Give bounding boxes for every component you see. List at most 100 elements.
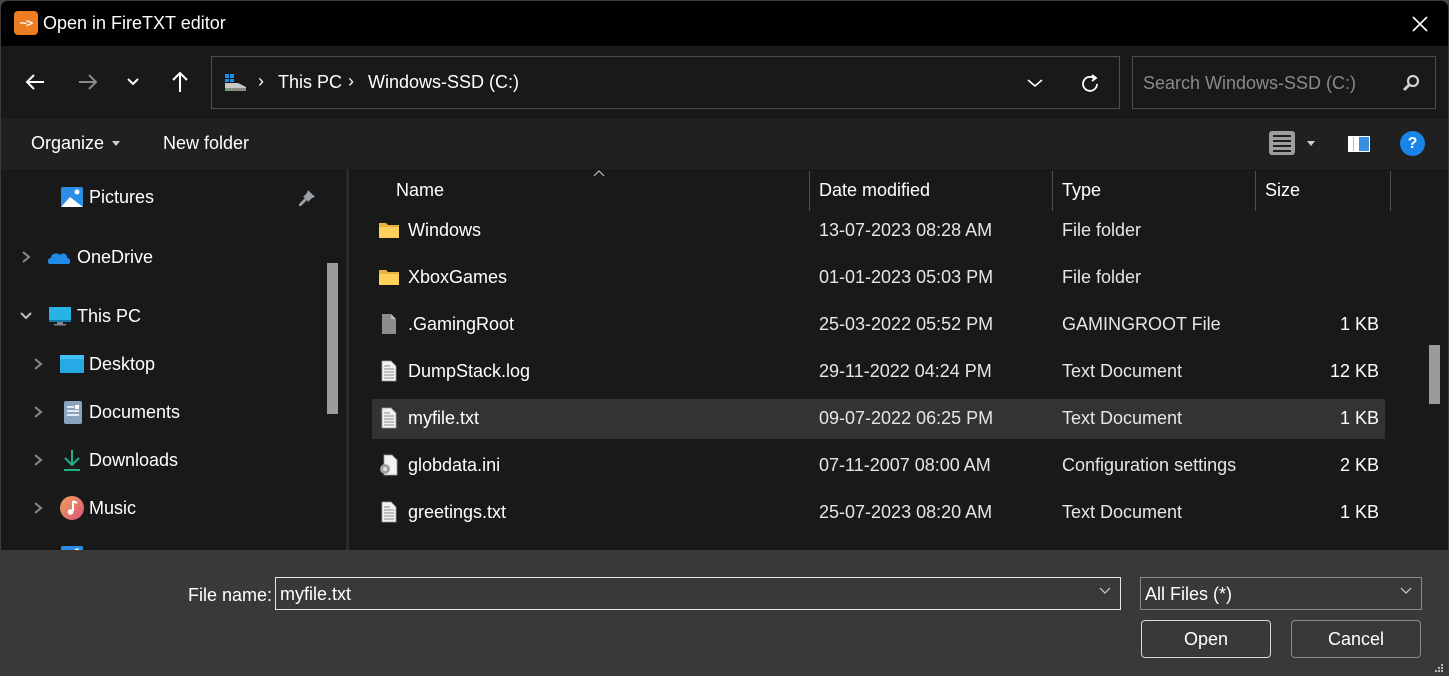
- file-size: 1 KB: [1339, 408, 1379, 428]
- sidebar-item-onedrive[interactable]: OneDrive: [1, 237, 331, 277]
- sidebar-item-label: Desktop: [89, 354, 156, 374]
- column-divider[interactable]: [1052, 171, 1053, 211]
- close-button[interactable]: [1392, 1, 1448, 46]
- sidebar-item-music[interactable]: Music: [1, 488, 331, 528]
- sidebar-item-label: Documents: [89, 402, 181, 422]
- file-date-modified: 07-11-2007 08:00 AM: [819, 455, 991, 475]
- change-view-button[interactable]: [1269, 131, 1295, 155]
- view-options-dropdown[interactable]: [1307, 141, 1315, 146]
- downloads-icon: [64, 450, 80, 471]
- column-header-name[interactable]: Name: [396, 169, 444, 211]
- breadcrumb-separator: ›: [348, 71, 354, 91]
- forward-button[interactable]: [70, 64, 106, 100]
- sidebar-item-pictures[interactable]: Pictures: [1, 177, 331, 217]
- file-row[interactable]: globdata.ini 07-11-2007 08:00 AM Configura…: [372, 446, 1385, 486]
- file-row[interactable]: .GamingRoot 25-03-2022 05:52 PM GAMINGROOT…: [372, 305, 1385, 345]
- collapse-chevron-icon[interactable]: [18, 308, 34, 324]
- pin-icon[interactable]: [298, 189, 316, 207]
- organize-label: Organize: [31, 133, 105, 153]
- file-date-modified: 09-07-2022 06:25 PM: [819, 408, 994, 428]
- organize-button[interactable]: Organize: [31, 133, 121, 154]
- desktop-icon: [60, 355, 84, 373]
- file-type: File folder: [1062, 220, 1142, 240]
- breadcrumb-separator: ›: [258, 71, 264, 91]
- file-list-scrollbar-thumb[interactable]: [1429, 345, 1440, 404]
- column-divider[interactable]: [1255, 171, 1256, 211]
- breadcrumb-windows-ssd[interactable]: Windows-SSD (C:): [368, 72, 519, 93]
- expand-chevron-icon[interactable]: [30, 356, 46, 372]
- cancel-button[interactable]: Cancel: [1291, 620, 1421, 658]
- file-size: 1 KB: [1339, 502, 1379, 522]
- expand-chevron-icon[interactable]: [30, 452, 46, 468]
- onedrive-icon: [47, 253, 71, 264]
- up-button[interactable]: [162, 64, 198, 100]
- file-row[interactable]: Windows 13-07-2023 08:28 AM File folder: [372, 211, 1385, 251]
- caret-down-icon: [112, 141, 121, 146]
- recent-locations-button[interactable]: [115, 64, 151, 100]
- file-name: globdata.ini: [408, 455, 501, 475]
- file-name-input[interactable]: [280, 583, 1070, 605]
- list-view-icon: [1273, 134, 1291, 137]
- file-size: 12 KB: [1329, 361, 1379, 381]
- arrow-up-icon: [172, 71, 188, 92]
- sidebar-item-downloads[interactable]: Downloads: [1, 440, 331, 480]
- settings-file-icon: [378, 454, 400, 476]
- file-name-combobox[interactable]: [275, 577, 1121, 610]
- expand-chevron-icon[interactable]: [18, 249, 34, 265]
- resize-grip-icon[interactable]: [1434, 663, 1444, 673]
- file-row[interactable]: myfile.txt 09-07-2022 06:25 PM Text Docume…: [372, 399, 1385, 439]
- file-type: Text Document: [1062, 502, 1183, 522]
- address-dropdown-button[interactable]: [1021, 71, 1049, 95]
- navigation-bar: › This PC › Windows-SSD (C:): [1, 46, 1448, 119]
- file-type: Configuration settings: [1062, 455, 1237, 475]
- sidebar-item-label: Pictures: [89, 187, 155, 207]
- search-icon[interactable]: [1401, 73, 1421, 93]
- address-bar[interactable]: › This PC › Windows-SSD (C:): [211, 56, 1120, 109]
- column-header-size[interactable]: Size: [1265, 169, 1300, 211]
- column-header-type[interactable]: Type: [1062, 169, 1101, 211]
- sidebar-item-desktop[interactable]: Desktop: [1, 344, 331, 384]
- sidebar-item-this-pc[interactable]: This PC: [1, 296, 331, 336]
- file-size: 2 KB: [1339, 455, 1379, 475]
- column-header-date-modified[interactable]: Date modified: [819, 169, 930, 211]
- file-type: GAMINGROOT File: [1062, 314, 1221, 334]
- file-name: Windows: [408, 220, 482, 240]
- open-button[interactable]: Open: [1141, 620, 1271, 658]
- file-row[interactable]: DumpStack.log 29-11-2022 04:24 PM Text Doc…: [372, 352, 1385, 392]
- expand-chevron-icon[interactable]: [30, 500, 46, 516]
- breadcrumb-this-pc[interactable]: This PC: [278, 72, 342, 93]
- column-divider[interactable]: [1390, 171, 1391, 211]
- back-button[interactable]: [17, 64, 53, 100]
- search-box[interactable]: [1132, 56, 1436, 109]
- chevron-down-icon[interactable]: [1098, 586, 1112, 596]
- file-date-modified: 01-01-2023 05:03 PM: [819, 267, 994, 287]
- search-input[interactable]: [1143, 71, 1393, 95]
- command-toolbar: Organize New folder ?: [1, 119, 1448, 169]
- refresh-icon: [1082, 74, 1098, 92]
- file-row-partial[interactable]: [372, 540, 1385, 550]
- help-button[interactable]: ?: [1400, 131, 1425, 156]
- file-type-select[interactable]: All Files (*): [1140, 577, 1422, 610]
- drive-icon: [225, 74, 246, 91]
- this-pc-icon: [49, 307, 71, 326]
- file-row[interactable]: greetings.txt 25-07-2023 08:20 AM Text Doc…: [372, 493, 1385, 533]
- text-file-icon: [378, 501, 400, 523]
- column-divider[interactable]: [809, 171, 810, 211]
- refresh-button[interactable]: [1075, 69, 1105, 99]
- chevron-down-icon: [127, 78, 139, 86]
- sidebar-item-label: This PC: [77, 306, 142, 326]
- file-type: Text Document: [1062, 361, 1183, 381]
- sidebar-item-pictures-partial[interactable]: [1, 536, 331, 550]
- file-date-modified: 25-03-2022 05:52 PM: [819, 314, 994, 334]
- expand-chevron-icon[interactable]: [30, 404, 46, 420]
- sort-ascending-icon: [593, 170, 605, 177]
- new-folder-button[interactable]: New folder: [163, 133, 249, 154]
- file-date-modified: 29-11-2022 04:24 PM: [819, 361, 992, 381]
- sidebar-item-documents[interactable]: Documents: [1, 392, 331, 432]
- sidebar-item-label: Downloads: [89, 450, 179, 470]
- file-name-label: File name:: [188, 585, 273, 605]
- sidebar-scrollbar-thumb[interactable]: [327, 263, 338, 414]
- file-row[interactable]: XboxGames 01-01-2023 05:03 PM File folder: [372, 258, 1385, 298]
- arrow-right-icon: [79, 74, 98, 90]
- preview-pane-button[interactable]: [1348, 135, 1370, 153]
